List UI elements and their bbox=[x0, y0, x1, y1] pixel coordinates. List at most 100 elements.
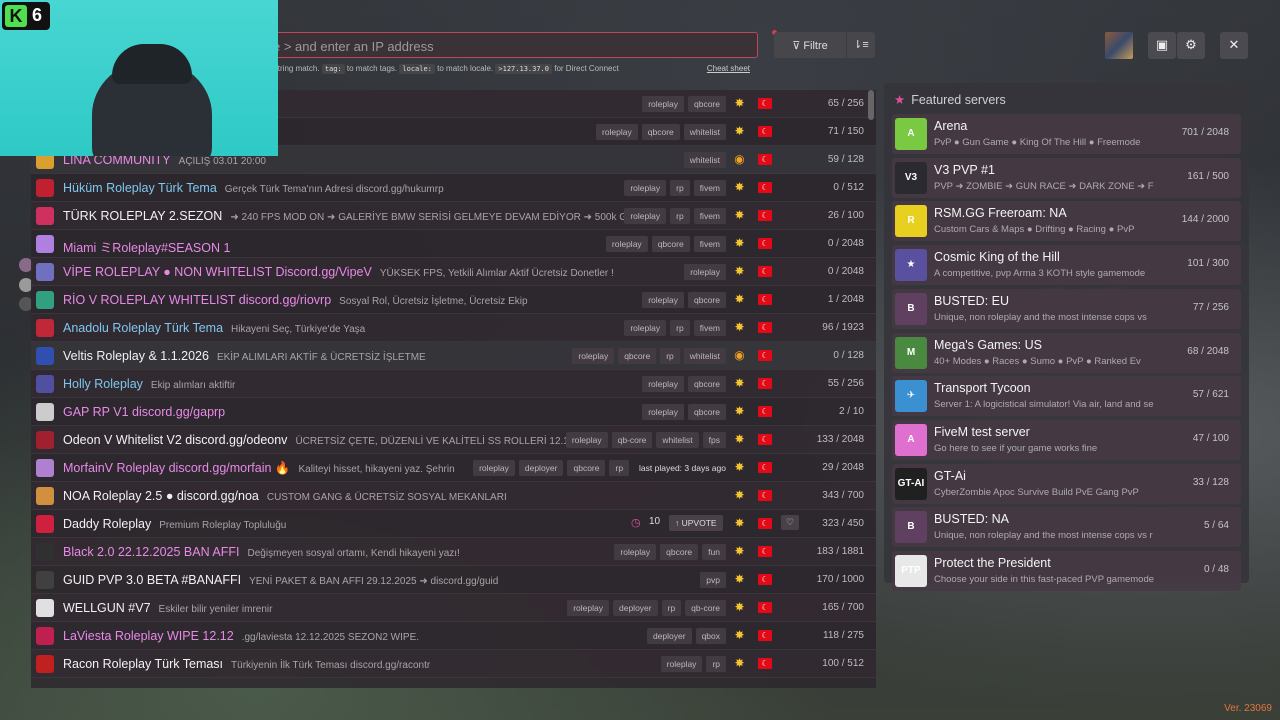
server-tag[interactable]: rp bbox=[670, 208, 690, 224]
server-row[interactable]: VİPE ROLEPLAY ● NON WHITELIST Discord.gg… bbox=[31, 258, 876, 286]
server-row[interactable]: LaViesta Roleplay WIPE 12.12 .gg/laviesta… bbox=[31, 622, 876, 650]
featured-server[interactable]: PTP Protect the President Choose your si… bbox=[892, 551, 1241, 591]
avatar[interactable] bbox=[1105, 32, 1133, 59]
server-tag[interactable]: qbcore bbox=[688, 292, 726, 308]
server-tag[interactable]: whitelist bbox=[656, 432, 699, 448]
server-tag[interactable]: roleplay bbox=[565, 432, 608, 448]
server-row[interactable]: Anadolu Roleplay Türk Tema Hikayeni Seç, … bbox=[31, 314, 876, 342]
server-tag[interactable]: roleplay bbox=[572, 348, 615, 364]
server-tag[interactable]: roleplay bbox=[567, 600, 609, 616]
server-row[interactable]: Hüküm Roleplay Türk Tema Gerçek Türk Tema… bbox=[31, 174, 876, 202]
featured-servers-panel: ★ Featured servers A Arena PvP ● Gun Game… bbox=[884, 83, 1249, 591]
server-row[interactable]: TÜRK ROLEPLAY 2.SEZON ➜ 240 FPS MOD ON ➜ … bbox=[31, 202, 876, 230]
featured-server[interactable]: B BUSTED: EU Unique, non roleplay and th… bbox=[892, 288, 1241, 329]
server-tag[interactable]: qbcore bbox=[618, 348, 657, 364]
server-tag[interactable]: qbcore bbox=[651, 236, 690, 252]
server-tag[interactable]: fun bbox=[702, 544, 726, 560]
server-row[interactable]: WELLGUN #V7 Eskiler bilir yeniler imrenir… bbox=[31, 594, 876, 622]
featured-player-count: 57 / 621 bbox=[1192, 389, 1229, 401]
server-name: WELLGUN #V7 Eskiler bilir yeniler imrenir bbox=[63, 601, 272, 615]
featured-server[interactable]: ✈ Transport Tycoon Server 1: A logicisti… bbox=[892, 376, 1241, 417]
server-row[interactable]: Holly Roleplay Ekip alımları aktiftir role… bbox=[31, 370, 876, 398]
server-tag[interactable]: fivem bbox=[693, 320, 726, 336]
server-tag[interactable]: deployer bbox=[613, 600, 658, 616]
featured-server[interactable]: M Mega's Games: US 40+ Modes ● Races ● S… bbox=[892, 332, 1241, 373]
scrollbar[interactable] bbox=[868, 90, 874, 120]
server-tag[interactable]: roleplay bbox=[595, 124, 638, 140]
server-tag[interactable]: qbcore bbox=[567, 460, 606, 476]
server-tag[interactable]: roleplay bbox=[642, 404, 684, 420]
sort-button[interactable]: ⇂≡ bbox=[847, 32, 875, 58]
server-tag[interactable]: pvp bbox=[700, 572, 726, 588]
server-tag[interactable]: roleplay bbox=[605, 236, 648, 252]
server-tag[interactable]: roleplay bbox=[473, 460, 515, 476]
close-icon: ✕ bbox=[1228, 37, 1240, 52]
player-count: 65 / 256 bbox=[827, 98, 864, 109]
server-tag[interactable]: roleplay bbox=[614, 544, 657, 560]
close-button[interactable]: ✕ bbox=[1220, 32, 1248, 59]
server-tag[interactable]: qb-core bbox=[685, 600, 726, 616]
server-row[interactable]: GUID PVP 3.0 BETA #BANAFFI YENİ PAKET & B… bbox=[31, 566, 876, 594]
server-tag[interactable]: rp bbox=[670, 320, 690, 336]
server-tag[interactable]: whitelist bbox=[683, 348, 726, 364]
server-tag[interactable]: qb-core bbox=[611, 432, 653, 448]
server-tag[interactable]: rp bbox=[706, 656, 726, 672]
upvote-button[interactable]: ↑ UPVOTE bbox=[669, 515, 723, 531]
featured-server[interactable]: B BUSTED: NA Unique, non roleplay and th… bbox=[892, 507, 1241, 548]
server-tag[interactable]: qbcore bbox=[688, 96, 726, 112]
server-tag[interactable]: qbcore bbox=[688, 376, 726, 392]
server-tag[interactable]: fivem bbox=[693, 180, 726, 196]
player-count: 133 / 2048 bbox=[816, 434, 864, 445]
server-tag[interactable]: roleplay bbox=[624, 208, 667, 224]
server-tag[interactable]: fps bbox=[702, 432, 726, 448]
server-row[interactable]: NOA Roleplay 2.5 ● discord.gg/noa CUSTOM … bbox=[31, 482, 876, 510]
featured-server[interactable]: ★ Cosmic King of the Hill A competitive,… bbox=[892, 245, 1241, 286]
settings-button[interactable]: ⚙ bbox=[1177, 32, 1205, 59]
server-row[interactable]: Racon Roleplay Türk Teması Türkiyenin İlk… bbox=[31, 650, 876, 678]
server-tag[interactable]: rp bbox=[660, 348, 680, 364]
server-tag[interactable]: roleplay bbox=[642, 292, 684, 308]
search-input[interactable]: e > and enter an IP address bbox=[260, 32, 758, 58]
server-tag[interactable]: qbcore bbox=[641, 124, 680, 140]
server-name-text: Veltis Roleplay & 1.1.2026 bbox=[63, 349, 209, 363]
server-tag[interactable]: roleplay bbox=[642, 96, 684, 112]
server-tag[interactable]: deployer bbox=[518, 460, 564, 476]
featured-server[interactable]: A FiveM test server Go here to see if yo… bbox=[892, 419, 1241, 460]
featured-server[interactable]: GT-AI GT-Ai CyberZombie Apoc Survive Bui… bbox=[892, 463, 1241, 504]
featured-player-count: 68 / 2048 bbox=[1187, 345, 1229, 357]
server-row[interactable]: GAP RP V1 discord.gg/gaprp roleplay qbcore… bbox=[31, 398, 876, 426]
server-row[interactable]: Odeon V Whitelist V2 discord.gg/odeonv ÜC… bbox=[31, 426, 876, 454]
server-tag[interactable]: fivem bbox=[693, 236, 726, 252]
server-tag[interactable]: deployer bbox=[646, 628, 692, 644]
featured-server[interactable]: V3 V3 PVP #1 PVP ➜ ZOMBIE ➜ GUN RACE ➜ D… bbox=[892, 157, 1241, 198]
server-tag[interactable]: roleplay bbox=[624, 180, 667, 196]
featured-server[interactable]: A Arena PvP ● Gun Game ● King Of The Hil… bbox=[892, 114, 1241, 154]
server-tag[interactable]: roleplay bbox=[642, 376, 684, 392]
server-row[interactable]: Miami ミRoleplay#SEASON 1 roleplay qbcore fi… bbox=[31, 230, 876, 258]
server-tag[interactable]: rp bbox=[661, 600, 682, 616]
server-name: Racon Roleplay Türk Teması Türkiyenin İlk… bbox=[63, 657, 430, 671]
server-tag[interactable]: roleplay bbox=[624, 320, 667, 336]
server-description: Sosyal Rol, Ücretsiz İşletme, Ücretsiz E… bbox=[339, 296, 528, 307]
server-tag[interactable]: fivem bbox=[693, 208, 726, 224]
server-tag[interactable]: whitelist bbox=[683, 124, 726, 140]
cheat-sheet-link[interactable]: Cheat sheet bbox=[707, 64, 750, 73]
server-row[interactable]: RİO V ROLEPLAY WHITELIST discord.gg/riov… bbox=[31, 286, 876, 314]
server-tag[interactable]: qbcore bbox=[688, 404, 726, 420]
filter-button[interactable]: ⊽ Filtre bbox=[774, 32, 846, 58]
server-row[interactable]: Veltis Roleplay & 1.1.2026 EKİP ALIMLARI … bbox=[31, 342, 876, 370]
server-tag[interactable]: whitelist bbox=[683, 152, 726, 168]
server-tag[interactable]: roleplay bbox=[684, 264, 726, 280]
server-row[interactable]: Daddy Roleplay Premium Roleplay Topluluğu… bbox=[31, 510, 876, 538]
server-tag[interactable]: roleplay bbox=[660, 656, 703, 672]
server-tag[interactable]: qbox bbox=[695, 628, 726, 644]
window-icon-button[interactable]: ▣ bbox=[1148, 32, 1176, 59]
server-tag[interactable]: rp bbox=[609, 460, 630, 476]
featured-server[interactable]: R RSM.GG Freeroam: NA Custom Cars & Maps… bbox=[892, 201, 1241, 242]
server-tag[interactable]: rp bbox=[670, 180, 690, 196]
server-row[interactable]: MorfainV Roleplay discord.gg/morfain 🔥 Ka… bbox=[31, 454, 876, 482]
player-count: 0 / 512 bbox=[833, 182, 864, 193]
server-row[interactable]: Black 2.0 22.12.2025 BAN AFFI Değişmeyen … bbox=[31, 538, 876, 566]
featured-player-count: 33 / 128 bbox=[1192, 476, 1229, 488]
server-tag[interactable]: qbcore bbox=[660, 544, 699, 560]
